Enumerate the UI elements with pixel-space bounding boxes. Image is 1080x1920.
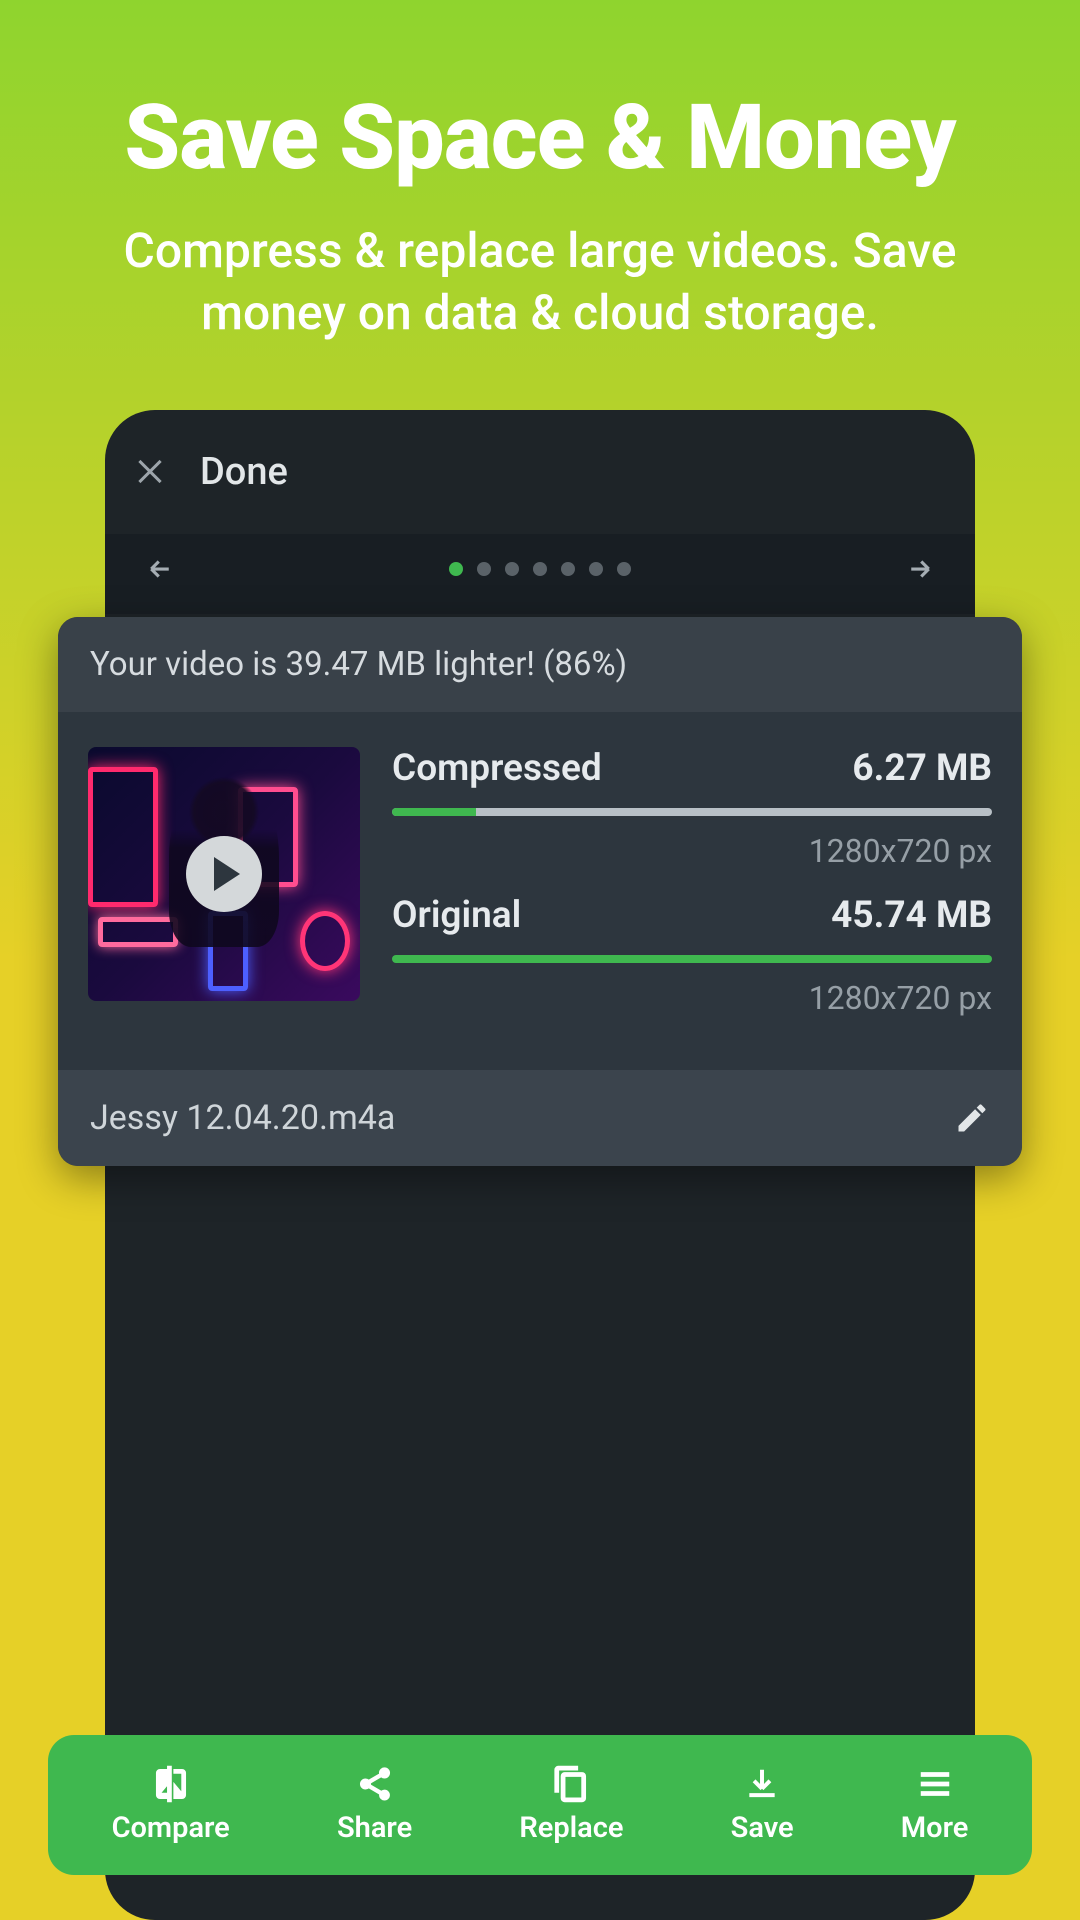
edit-icon[interactable] [954, 1100, 990, 1136]
filename: Jessy 12.04.20.m4a [90, 1098, 395, 1138]
compression-summary: Your video is 39.47 MB lighter! (86%) [58, 617, 1022, 712]
pagination-dots [449, 562, 631, 576]
original-label: Original [392, 894, 521, 937]
compressed-label: Compressed [392, 747, 602, 790]
pagination [105, 534, 975, 614]
stats-column: Compressed 6.27 MB 1280x720 px Original … [392, 747, 992, 1035]
compressed-progress-fill [392, 808, 476, 816]
original-row: Original 45.74 MB [392, 894, 992, 937]
filename-row: Jessy 12.04.20.m4a [58, 1070, 1022, 1166]
compressed-row: Compressed 6.27 MB [392, 747, 992, 790]
pagination-dot[interactable] [533, 562, 547, 576]
compare-label: Compare [112, 1811, 230, 1845]
original-resolution: 1280x720 px [392, 979, 992, 1017]
more-label: More [901, 1811, 969, 1845]
pagination-dot[interactable] [589, 562, 603, 576]
more-button[interactable]: More [901, 1765, 969, 1845]
original-progress [392, 955, 992, 963]
replace-button[interactable]: Replace [519, 1765, 623, 1845]
arrow-right-icon[interactable] [905, 554, 935, 584]
result-body: Compressed 6.27 MB 1280x720 px Original … [58, 712, 1022, 1070]
compressed-progress [392, 808, 992, 816]
share-icon [356, 1765, 394, 1803]
save-button[interactable]: Save [731, 1765, 794, 1845]
compare-icon [152, 1765, 190, 1803]
play-icon[interactable] [186, 836, 262, 912]
arrow-left-icon[interactable] [145, 554, 175, 584]
close-icon[interactable] [135, 457, 165, 487]
share-button[interactable]: Share [337, 1765, 412, 1845]
replace-label: Replace [519, 1811, 623, 1845]
pagination-dot[interactable] [561, 562, 575, 576]
hero-subtitle: Compress & replace large videos. Save mo… [0, 190, 1080, 345]
compressed-size: 6.27 MB [852, 747, 992, 790]
video-thumbnail[interactable] [88, 747, 360, 1001]
result-card: Your video is 39.47 MB lighter! (86%) Co… [58, 617, 1022, 1166]
save-label: Save [731, 1811, 794, 1845]
save-icon [743, 1765, 781, 1803]
original-size: 45.74 MB [831, 894, 992, 937]
replace-icon [552, 1765, 590, 1803]
compressed-resolution: 1280x720 px [392, 832, 992, 870]
bottom-action-bar: Compare Share Replace Save More [48, 1735, 1032, 1875]
original-progress-fill [392, 955, 992, 963]
pagination-dot[interactable] [505, 562, 519, 576]
hero-title: Save Space & Money [0, 0, 1080, 190]
pagination-dot[interactable] [617, 562, 631, 576]
compare-button[interactable]: Compare [112, 1765, 230, 1845]
more-icon [916, 1765, 954, 1803]
share-label: Share [337, 1811, 412, 1845]
pagination-dot[interactable] [449, 562, 463, 576]
pagination-dot[interactable] [477, 562, 491, 576]
done-label: Done [200, 450, 288, 494]
phone-header: Done [105, 410, 975, 534]
